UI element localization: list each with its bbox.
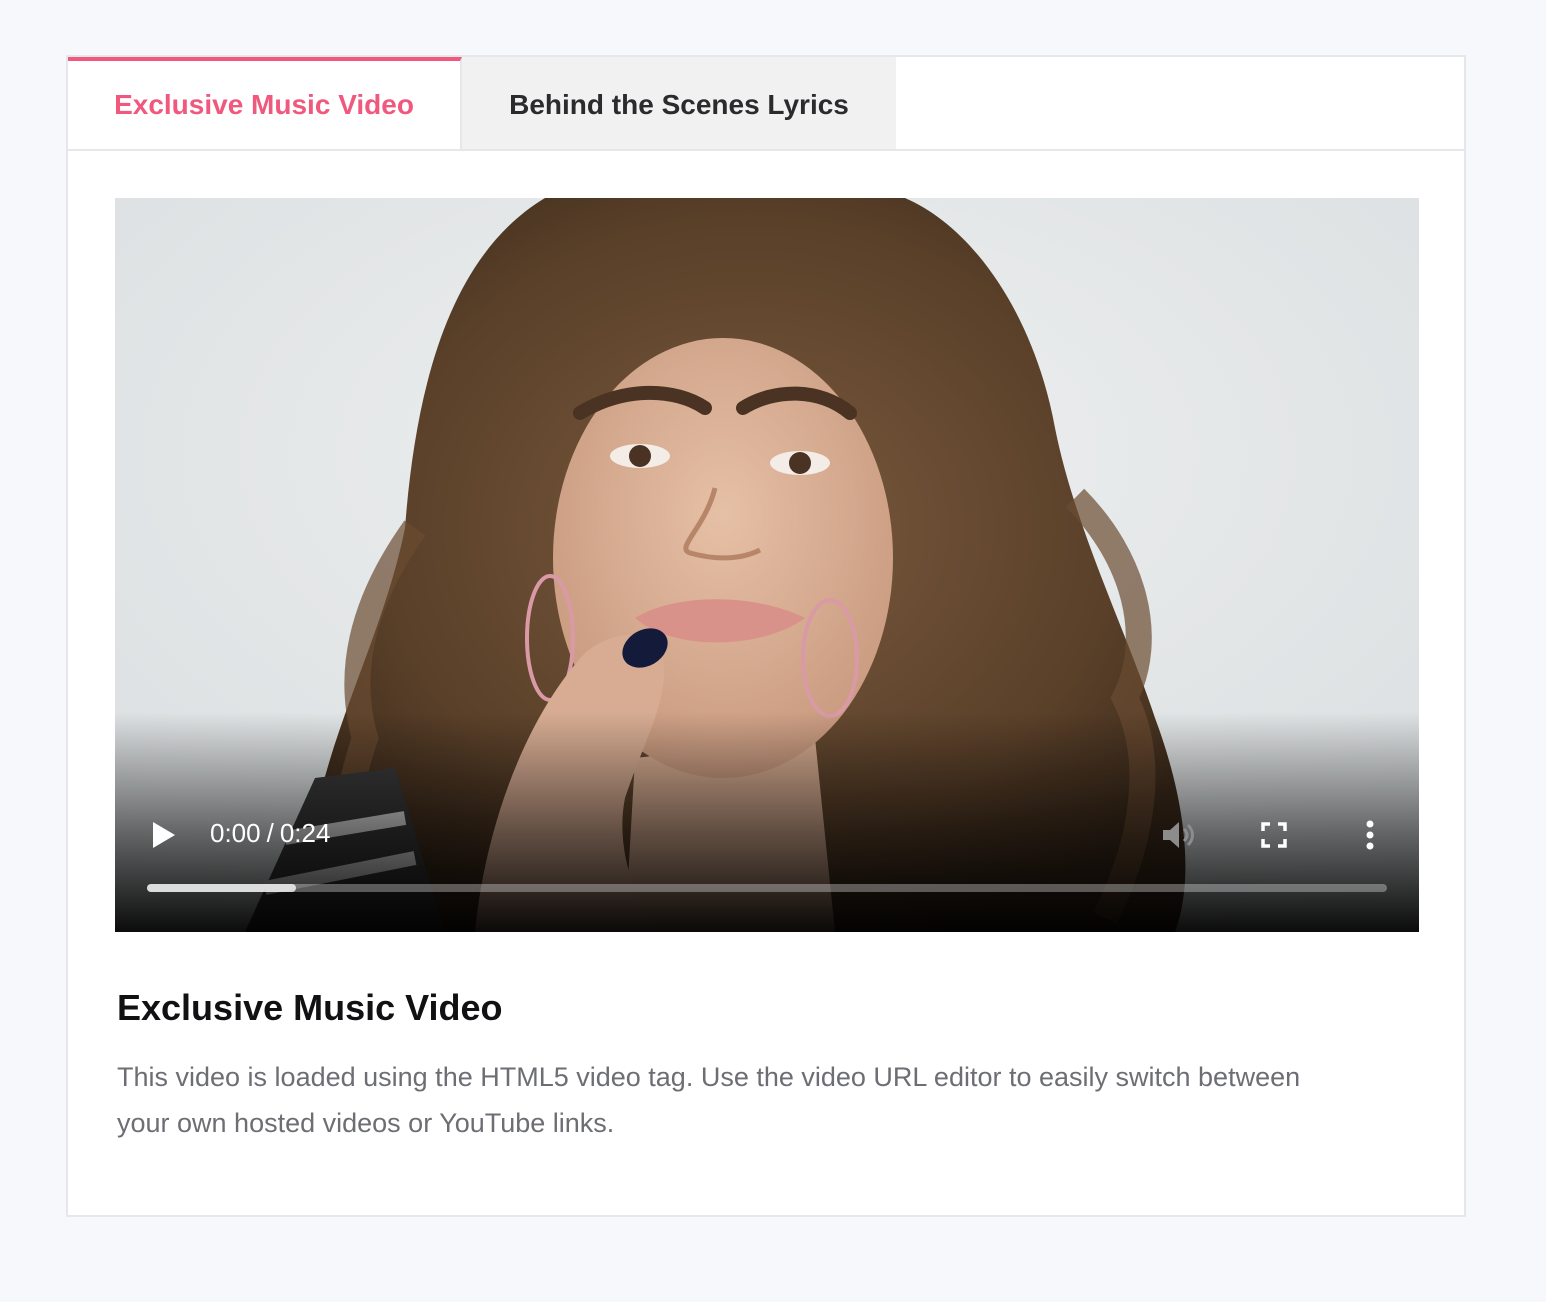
play-icon[interactable]: [151, 820, 177, 850]
progress-buffered: [147, 884, 296, 892]
tab-bar: Exclusive Music Video Behind the Scenes …: [68, 57, 1464, 151]
volume-icon[interactable]: [1161, 820, 1195, 850]
tab-label: Behind the Scenes Lyrics: [509, 89, 849, 120]
content-description: This video is loaded using the HTML5 vid…: [117, 1062, 1301, 1138]
current-time: 0:00: [210, 818, 261, 848]
video-player[interactable]: 0:00/0:24: [115, 198, 1419, 932]
more-options-icon[interactable]: [1363, 820, 1377, 850]
content-title: Exclusive Music Video: [117, 987, 503, 1028]
tab-behind-the-scenes-lyrics[interactable]: Behind the Scenes Lyrics: [462, 57, 896, 149]
fullscreen-icon[interactable]: [1261, 822, 1287, 848]
tab-exclusive-music-video[interactable]: Exclusive Music Video: [68, 57, 462, 149]
time-separator: /: [266, 818, 274, 848]
tabbed-video-card: Exclusive Music Video Behind the Scenes …: [66, 55, 1466, 1217]
tab-label: Exclusive Music Video: [114, 89, 414, 120]
time-display: 0:00/0:24: [210, 818, 330, 849]
duration: 0:24: [279, 818, 331, 848]
progress-bar[interactable]: [147, 884, 1387, 892]
